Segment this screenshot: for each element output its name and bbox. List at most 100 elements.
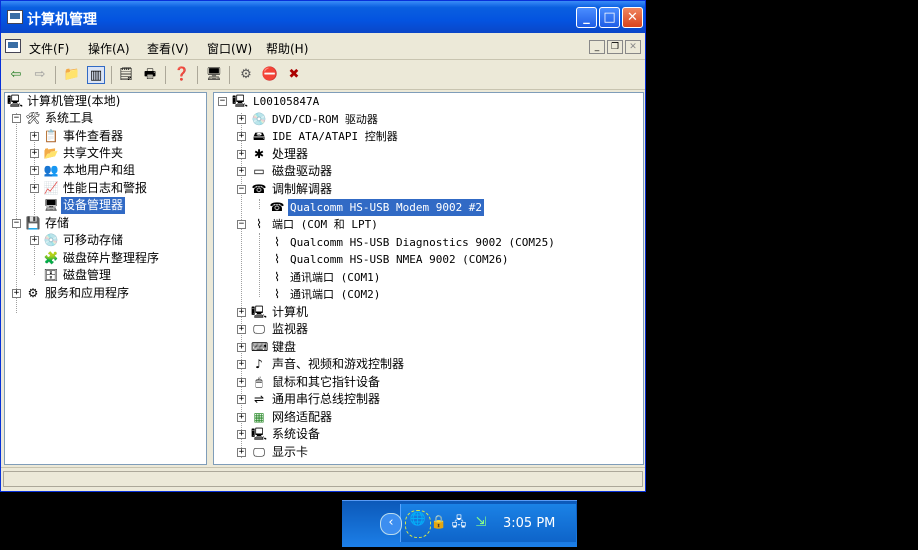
system-menu-icon[interactable]	[5, 39, 21, 53]
expand-toggle[interactable]: +	[237, 325, 246, 334]
display-adapter-icon: 🖵	[253, 445, 265, 459]
expand-toggle[interactable]: +	[30, 132, 39, 141]
disk-drive-icon: ▭	[253, 164, 265, 178]
child-minimize-button[interactable]: _	[589, 40, 605, 54]
collapse-toggle[interactable]: −	[218, 97, 227, 106]
uninstall-device-icon[interactable]: ✖	[285, 66, 303, 84]
computer-management-window: 计算机管理 _ □ ✕ 文件(F) 操作(A) 查看(V) 窗口(W) 帮助(H…	[0, 0, 646, 492]
dvd-drive-icon: 💿	[251, 112, 267, 126]
system-tools-icon: 🛠	[25, 111, 41, 125]
expand-toggle[interactable]: +	[237, 308, 246, 317]
window-title: 计算机管理	[27, 12, 97, 28]
defragmenter-icon: 🧩	[43, 251, 59, 265]
collapse-toggle[interactable]: −	[12, 219, 21, 228]
modem-icon: ☎	[251, 182, 267, 196]
collapse-toggle[interactable]: −	[237, 220, 246, 229]
properties-icon[interactable]: 🗒	[117, 66, 135, 84]
expand-toggle[interactable]: +	[12, 289, 21, 298]
tree-item-services-applications[interactable]: + ⚙ 服务和应用程序	[5, 285, 205, 302]
expand-toggle[interactable]: +	[237, 132, 246, 141]
disable-device-icon[interactable]: ⛔	[261, 66, 279, 84]
system-device-icon: 🖳	[251, 427, 268, 441]
port-icon: ⌇	[274, 252, 280, 266]
collapse-toggle[interactable]: −	[12, 114, 21, 123]
modem-icon: ☎	[269, 200, 285, 214]
tree-item-performance-logs[interactable]: + 📈 性能日志和警报	[5, 180, 205, 197]
network-adapter-icon: ▦	[253, 410, 265, 424]
forward-arrow-icon[interactable]: ⇨	[31, 66, 49, 84]
performance-icon: 📈	[43, 181, 59, 195]
storage-icon: 💾	[25, 216, 41, 230]
computer-management-icon	[7, 10, 23, 24]
network-globe-icon[interactable]: 🌐	[405, 510, 431, 538]
tree-item-storage[interactable]: − 💾 存储	[5, 215, 205, 232]
security-lock-icon[interactable]: 🔒	[430, 514, 448, 532]
expand-toggle[interactable]: +	[237, 150, 246, 159]
processor-icon: ✱	[253, 147, 265, 161]
tree-item-device-manager[interactable]: 🖥 设备管理器	[5, 197, 205, 214]
title-bar[interactable]: 计算机管理 _ □ ✕	[1, 1, 645, 33]
expand-toggle[interactable]: +	[237, 378, 246, 387]
menu-help[interactable]: 帮助(H)	[266, 40, 308, 57]
menu-window[interactable]: 窗口(W)	[207, 40, 252, 57]
tree-item-system-tools[interactable]: − 🛠 系统工具	[5, 110, 205, 127]
collapse-toggle[interactable]: −	[237, 185, 246, 194]
expand-toggle[interactable]: +	[237, 343, 246, 352]
device-tree-pane[interactable]: − 🖳 L00105847A + 💿 DVD/CD-ROM 驱动器 + 🖴 ID…	[213, 92, 644, 465]
expand-toggle[interactable]: +	[237, 395, 246, 404]
computer-icon: 🖳	[251, 305, 268, 319]
update-driver-icon[interactable]: ⚙	[237, 66, 255, 84]
port-icon: ⌇	[274, 287, 280, 301]
monitor-icon: 🖵	[253, 322, 265, 336]
sound-icon: ♪	[255, 357, 263, 371]
tree-item-event-viewer[interactable]: + 📋 事件查看器	[5, 128, 205, 145]
expand-toggle[interactable]: +	[30, 184, 39, 193]
taskbar-clock[interactable]: 3:05 PM	[503, 516, 555, 531]
menu-bar: 文件(F) 操作(A) 查看(V) 窗口(W) 帮助(H) _ ❐ ✕	[1, 35, 645, 60]
status-panel	[3, 471, 643, 487]
show-tree-icon[interactable]: ▥	[87, 66, 105, 84]
expand-toggle[interactable]: +	[237, 413, 246, 422]
disk-management-icon: 🗄	[43, 268, 59, 282]
show-hidden-icons-button[interactable]: ‹	[380, 513, 402, 535]
port-icon: ⌇	[256, 217, 262, 231]
close-button[interactable]: ✕	[622, 7, 643, 28]
expand-toggle[interactable]: +	[237, 167, 246, 176]
keyboard-icon: ⌨	[251, 340, 269, 354]
network-connection-icon[interactable]: 🖧	[450, 514, 468, 532]
print-icon[interactable]: 🖶	[141, 66, 159, 84]
safely-remove-hardware-icon[interactable]: ⇲	[472, 514, 490, 532]
expand-toggle[interactable]: +	[237, 448, 246, 457]
tree-item-computer-management[interactable]: 🖳 计算机管理(本地)	[5, 93, 205, 110]
expand-toggle[interactable]: +	[30, 149, 39, 158]
shared-folder-icon: 📂	[43, 146, 59, 160]
tree-item-disk-defragmenter[interactable]: 🧩 磁盘碎片整理程序	[5, 250, 205, 267]
child-restore-button[interactable]: ❐	[607, 40, 623, 54]
tree-item-shared-folders[interactable]: + 📂 共享文件夹	[5, 145, 205, 162]
services-icon: ⚙	[27, 286, 39, 300]
computer-icon: 🖳	[232, 94, 249, 108]
expand-toggle[interactable]: +	[237, 430, 246, 439]
expand-toggle[interactable]: +	[237, 115, 246, 124]
expand-toggle[interactable]: +	[237, 360, 246, 369]
port-icon: ⌇	[274, 270, 280, 284]
expand-toggle[interactable]: +	[30, 236, 39, 245]
maximize-button[interactable]: □	[599, 7, 620, 28]
up-folder-icon[interactable]: 📁	[63, 66, 81, 84]
help-icon[interactable]: ❓	[173, 66, 191, 84]
minimize-button[interactable]: _	[576, 7, 597, 28]
expand-toggle[interactable]: +	[30, 166, 39, 175]
scan-hardware-icon[interactable]: 🖥	[205, 66, 223, 84]
menu-action[interactable]: 操作(A)	[88, 40, 130, 57]
tree-item-disk-management[interactable]: 🗄 磁盘管理	[5, 267, 205, 284]
tree-item-removable-storage[interactable]: + 💿 可移动存储	[5, 232, 205, 249]
console-tree-pane[interactable]: 🖳 计算机管理(本地) − 🛠 系统工具 + 📋 事件查看器 + 📂 共享文件夹…	[4, 92, 207, 465]
tree-item-local-users[interactable]: + 👥 本地用户和组	[5, 162, 205, 179]
back-arrow-icon[interactable]: ⇦	[7, 66, 25, 84]
menu-view[interactable]: 查看(V)	[147, 40, 189, 57]
event-viewer-icon: 📋	[43, 129, 59, 143]
menu-file[interactable]: 文件(F)	[29, 40, 69, 57]
mouse-icon: 🖱	[255, 375, 263, 389]
child-close-button[interactable]: ✕	[625, 40, 641, 54]
users-icon: 👥	[43, 163, 59, 177]
